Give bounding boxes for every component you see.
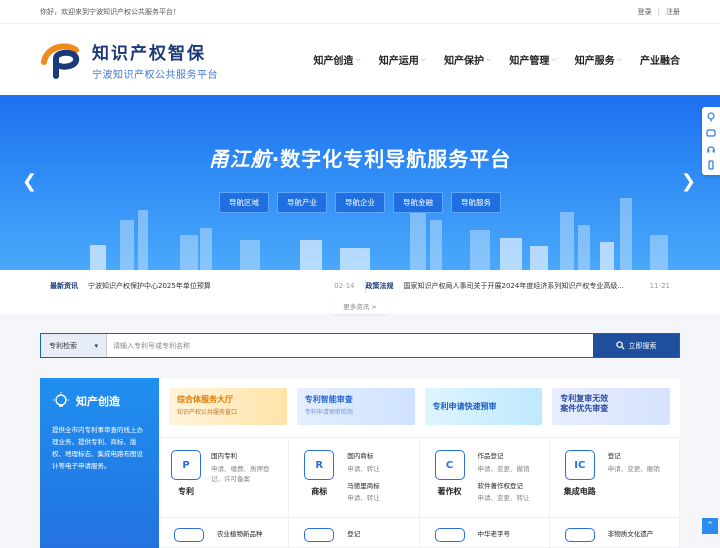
service-intangible-heritage[interactable]: 非物质文化遗产 xyxy=(550,518,680,548)
search-type-select[interactable]: 专利检索 ▾ xyxy=(41,334,107,357)
service-copyright[interactable]: C著作权 作品登记申请、变更、撤销软件著作权登记申请、变更、转让 xyxy=(420,438,550,518)
hero-banner: 甬江航·数字化专利导航服务平台 导航区域 导航产业 导航企业 导航金融 导航服务… xyxy=(0,95,720,270)
service-trademark[interactable]: R商标 国内商标申请、转让马德里商标申请、转让 xyxy=(289,438,419,518)
news-label: 政策法规 xyxy=(366,281,404,291)
brand-subtitle: 宁波知识产权公共服务平台 xyxy=(92,66,218,81)
nav-item-protection[interactable]: 知产保护⌵ xyxy=(444,52,491,67)
promo-service-hall[interactable]: 综合体服务大厅 知识产权公共服务窗口 xyxy=(169,388,287,425)
service-registration[interactable]: 登记 xyxy=(289,518,419,548)
chevron-down-icon: ⌵ xyxy=(551,55,556,64)
service-plant-variety[interactable]: 农业植物新品种 xyxy=(159,518,289,548)
service-grid: P专利 国内专利申请、缴费、质押登记、许可备案 R商标 国内商标申请、转让马德里… xyxy=(159,437,680,548)
search-input[interactable] xyxy=(107,334,593,357)
chevron-down-icon: ▾ xyxy=(94,342,98,350)
banner-title: 甬江航·数字化专利导航服务平台 xyxy=(0,143,720,172)
floating-toolbar xyxy=(702,107,720,175)
news-date: 11-21 xyxy=(650,282,670,290)
news-ticker: 最新资讯 宁波知识产权保护中心2025年单位预算 02-14 政策法规 国家知识… xyxy=(0,270,720,314)
creation-description: 提供全市内专利事审查的线上办理业务，提供专利、商标、版权、地理标志、集成电路布图… xyxy=(52,424,147,472)
news-label: 最新资讯 xyxy=(50,281,88,291)
top-bar: 你好，欢迎来到宁波知识产权公共服务平台！ 登录 | 注册 xyxy=(0,0,720,24)
brand[interactable]: 知识产权智保 宁波知识产权公共服务平台 xyxy=(40,39,218,81)
promo-reexamination[interactable]: 专利复审无效 案件优先审查 xyxy=(552,388,670,425)
promo-fast-prereview[interactable]: 专利申请快速预审 xyxy=(425,388,543,425)
service-grid-panel: 综合体服务大厅 知识产权公共服务窗口 专利智能审查 专利申请预审检测 专利申请快… xyxy=(159,378,680,548)
back-to-top-icon[interactable]: ⌃ xyxy=(702,518,718,534)
chip-icon: IC xyxy=(565,450,595,480)
more-news-link[interactable]: 更多资讯 > xyxy=(330,300,390,314)
copyright-icon: C xyxy=(435,450,465,480)
banner-tags: 导航区域 导航产业 导航企业 导航金融 导航服务 xyxy=(0,192,720,213)
chat-icon[interactable] xyxy=(706,128,716,138)
chevron-down-icon: ⌵ xyxy=(355,55,360,64)
nav-item-creation[interactable]: 知产创造⌵ xyxy=(313,52,360,67)
news-date: 02-14 xyxy=(334,282,354,290)
location-icon[interactable] xyxy=(706,112,716,122)
main-nav: 知产创造⌵ 知产运用⌵ 知产保护⌵ 知产管理⌵ 知产服务⌵ 产业融合 xyxy=(313,52,680,67)
news-item-policy[interactable]: 政策法规 国家知识产权局人事司关于开展2024年度经济系列知识产权专业高级...… xyxy=(366,281,671,291)
creation-title: 知产创造 xyxy=(76,393,120,409)
banner-tag-enterprise[interactable]: 导航企业 xyxy=(335,192,385,213)
banner-tag-industry[interactable]: 导航产业 xyxy=(277,192,327,213)
services-section: 知产创造 提供全市内专利事审查的线上办理业务，提供专利、商标、版权、地理标志、集… xyxy=(40,378,680,548)
nav-item-service[interactable]: 知产服务⌵ xyxy=(575,52,622,67)
nav-item-management[interactable]: 知产管理⌵ xyxy=(509,52,556,67)
patent-search-bar: 专利检索 ▾ 立即搜索 xyxy=(40,333,680,358)
phone-icon[interactable] xyxy=(706,160,716,170)
promo-smart-review[interactable]: 专利智能审查 专利申请预审检测 xyxy=(297,388,415,425)
chevron-right-icon[interactable]: ❯ xyxy=(681,171,696,192)
header: 知识产权智保 宁波知识产权公共服务平台 知产创造⌵ 知产运用⌵ 知产保护⌵ 知产… xyxy=(0,24,720,95)
nav-item-industry[interactable]: 产业融合 xyxy=(640,52,680,67)
register-link[interactable]: 注册 xyxy=(666,7,680,17)
auth-separator: | xyxy=(658,8,660,16)
lightbulb-icon xyxy=(52,392,70,410)
welcome-text: 你好，欢迎来到宁波知识产权公共服务平台！ xyxy=(40,7,180,17)
banner-tag-finance[interactable]: 导航金融 xyxy=(393,192,443,213)
patent-icon: P xyxy=(171,450,201,480)
logo-icon xyxy=(40,40,86,80)
chevron-down-icon: ⌵ xyxy=(617,55,622,64)
service-patent[interactable]: P专利 国内专利申请、缴费、质押登记、许可备案 xyxy=(159,438,289,518)
news-text: 国家知识产权局人事司关于开展2024年度经济系列知识产权专业高级... xyxy=(404,281,644,291)
brand-name: 知识产权智保 xyxy=(92,39,218,64)
trademark-icon: R xyxy=(304,450,334,480)
chevron-left-icon[interactable]: ❮ xyxy=(22,171,37,192)
nav-item-utilization[interactable]: 知产运用⌵ xyxy=(379,52,426,67)
chevron-down-icon: ⌵ xyxy=(486,55,491,64)
chevron-down-icon: ⌵ xyxy=(421,55,426,64)
service-time-honored-brand[interactable]: 中华老字号 xyxy=(420,518,550,548)
search-button[interactable]: 立即搜索 xyxy=(593,334,679,357)
news-text: 宁波知识产权保护中心2025年单位预算 xyxy=(88,281,328,291)
banner-tag-service[interactable]: 导航服务 xyxy=(451,192,501,213)
auth-links: 登录 | 注册 xyxy=(638,7,680,17)
service-integrated-circuit[interactable]: IC集成电路 登记申请、变更、撤销 xyxy=(550,438,680,518)
headset-icon[interactable] xyxy=(706,144,716,154)
banner-tag-region[interactable]: 导航区域 xyxy=(219,192,269,213)
login-link[interactable]: 登录 xyxy=(638,7,652,17)
search-icon xyxy=(616,341,625,350)
news-item-latest[interactable]: 最新资讯 宁波知识产权保护中心2025年单位预算 02-14 xyxy=(50,281,355,291)
creation-panel: 知产创造 提供全市内专利事审查的线上办理业务，提供专利、商标、版权、地理标志、集… xyxy=(40,378,159,548)
